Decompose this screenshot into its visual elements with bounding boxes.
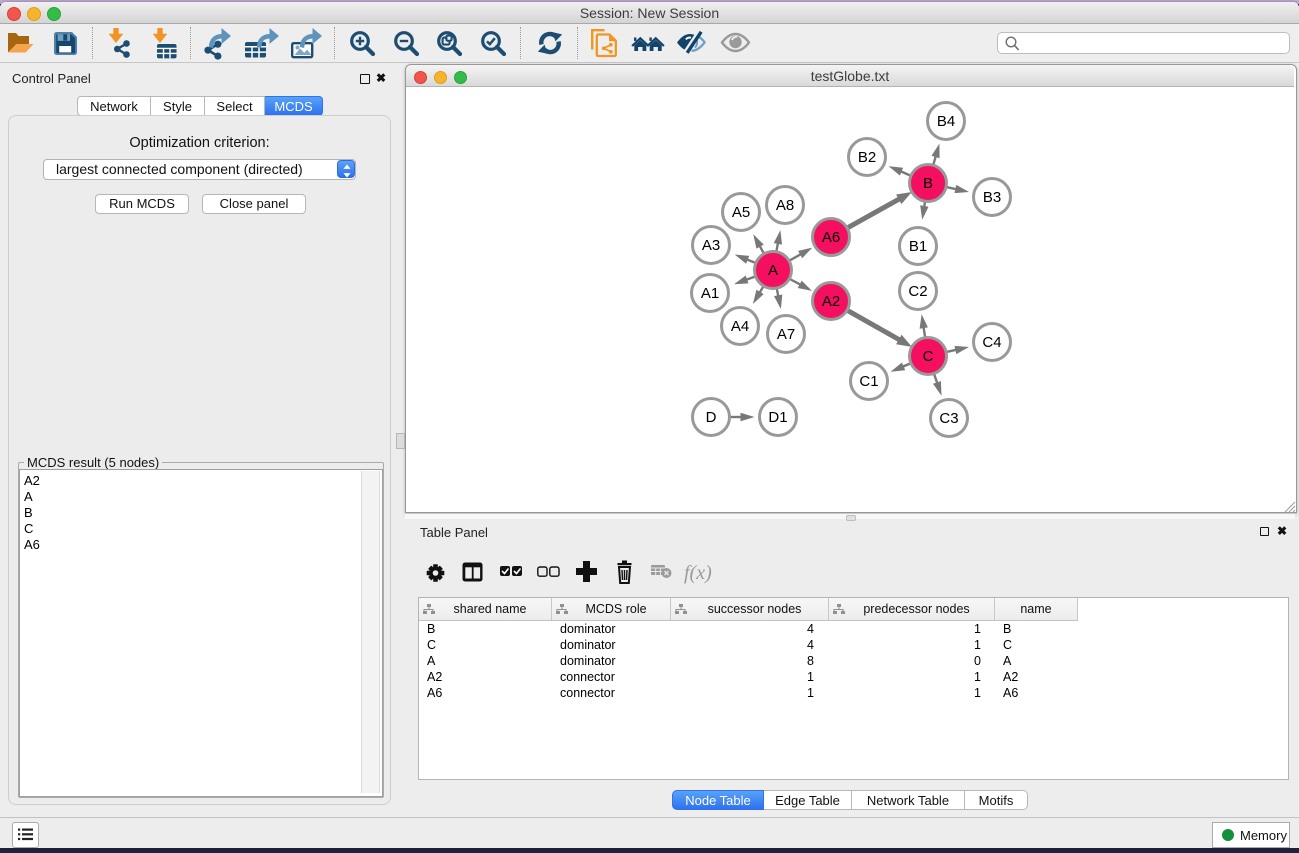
svg-text:D1: D1 (768, 409, 787, 426)
svg-text:A6: A6 (822, 229, 840, 246)
svg-text:B4: B4 (937, 113, 955, 130)
svg-text:B1: B1 (909, 238, 927, 255)
svg-text:C2: C2 (908, 283, 927, 300)
svg-text:A: A (768, 262, 778, 279)
svg-text:C3: C3 (939, 410, 958, 427)
svg-text:A5: A5 (732, 204, 750, 221)
svg-text:A8: A8 (776, 197, 794, 214)
svg-text:C1: C1 (859, 373, 878, 390)
svg-text:A4: A4 (731, 318, 749, 335)
svg-text:B3: B3 (983, 189, 1001, 206)
svg-text:A7: A7 (777, 326, 795, 343)
svg-text:A3: A3 (702, 237, 720, 254)
svg-text:A2: A2 (822, 293, 840, 310)
svg-text:B2: B2 (858, 149, 876, 166)
svg-text:f(x): f(x) (684, 562, 712, 584)
svg-text:C4: C4 (982, 334, 1001, 351)
svg-text:B: B (923, 175, 933, 192)
svg-text:D: D (706, 409, 717, 426)
svg-text:C: C (923, 348, 934, 365)
svg-text:A1: A1 (701, 285, 719, 302)
